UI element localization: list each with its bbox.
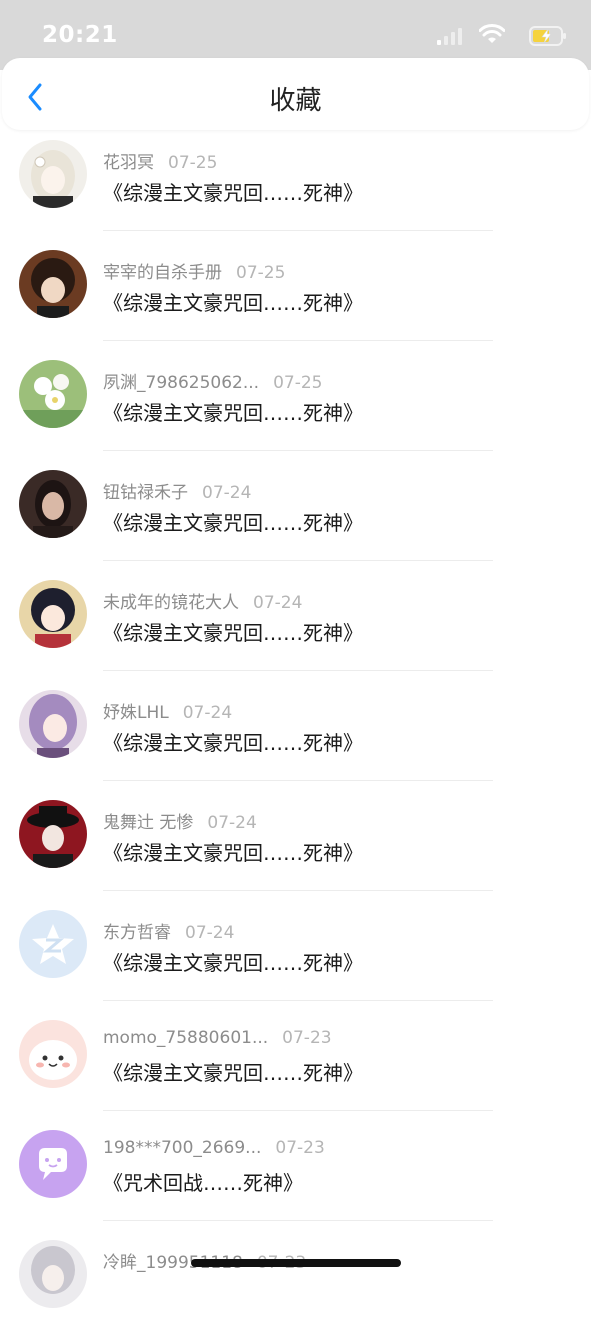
- book-title[interactable]: 《综漫主文豪咒回……死神》: [103, 507, 363, 536]
- date: 07-23: [275, 1138, 325, 1158]
- list-item[interactable]: 妤姝LHL 07-24 《综漫主文豪咒回……死神》: [0, 681, 591, 791]
- book-title[interactable]: 《综漫主文豪咒回……死神》: [103, 397, 363, 426]
- date: 07-24: [207, 813, 257, 833]
- item-meta: 夙渊_798625062... 07-25: [103, 368, 322, 393]
- list-item[interactable]: 未成年的镜花大人 07-24 《综漫主文豪咒回……死神》: [0, 571, 591, 681]
- divider: [103, 230, 493, 231]
- anime-hat-avatar: [19, 800, 87, 868]
- book-title[interactable]: 《综漫主文豪咒回……死神》: [103, 1057, 363, 1086]
- divider: [103, 1110, 493, 1111]
- user-avatar[interactable]: [19, 1020, 87, 1088]
- item-meta: 东方哲睿 07-24: [103, 918, 234, 943]
- date: 07-24: [253, 593, 303, 613]
- divider: [103, 1000, 493, 1001]
- list-item[interactable]: 花羽冥 07-25 《综漫主文豪咒回……死神》: [0, 131, 591, 241]
- username[interactable]: 未成年的镜花大人: [103, 593, 239, 613]
- user-avatar[interactable]: [19, 1240, 87, 1308]
- photo-person-avatar: [19, 470, 87, 538]
- anime-white-hair-avatar: [19, 140, 87, 208]
- signal-icon: [437, 28, 462, 45]
- status-icons: [417, 24, 567, 48]
- date: 07-25: [236, 263, 286, 283]
- user-avatar[interactable]: [19, 470, 87, 538]
- username[interactable]: 宰宰的自杀手册: [103, 263, 222, 283]
- item-meta: 钮钴禄禾子 07-24: [103, 478, 251, 503]
- date: 07-24: [202, 483, 252, 503]
- page-title: 收藏: [269, 86, 322, 116]
- date: 07-25: [168, 153, 218, 173]
- wifi-icon: [479, 24, 505, 43]
- anime-purple-hair-avatar: [19, 690, 87, 758]
- list-item[interactable]: 宰宰的自杀手册 07-25 《综漫主文豪咒回……死神》: [0, 241, 591, 351]
- anime-silver-hair-avatar: [19, 1240, 87, 1308]
- anime-dark-hair-avatar: [19, 250, 87, 318]
- username[interactable]: 妤姝LHL: [103, 703, 169, 723]
- date: 07-23: [282, 1028, 332, 1048]
- user-avatar[interactable]: [19, 910, 87, 978]
- username[interactable]: 198***700_2669...: [103, 1138, 261, 1158]
- divider: [103, 560, 493, 561]
- user-avatar[interactable]: [19, 140, 87, 208]
- navigation-bar: 收藏: [2, 58, 589, 130]
- list-item[interactable]: 夙渊_798625062... 07-25 《综漫主文豪咒回……死神》: [0, 351, 591, 461]
- list-item[interactable]: 冷眸_19995111807-23: [0, 1231, 591, 1341]
- username[interactable]: 夙渊_798625062...: [103, 373, 259, 393]
- list-item[interactable]: 鬼舞辻 无惨 07-24 《综漫主文豪咒回……死神》: [0, 791, 591, 901]
- book-title[interactable]: 《综漫主文豪咒回……死神》: [103, 947, 363, 976]
- book-title[interactable]: 《咒术回战……死神》: [103, 1167, 303, 1196]
- user-avatar[interactable]: [19, 690, 87, 758]
- item-meta: momo_75880601... 07-23: [103, 1028, 332, 1048]
- divider: [103, 780, 493, 781]
- item-meta: 宰宰的自杀手册 07-25: [103, 258, 285, 283]
- list-item[interactable]: 东方哲睿 07-24 《综漫主文豪咒回……死神》: [0, 901, 591, 1011]
- date: 07-24: [185, 923, 235, 943]
- battery-charging-icon: [529, 26, 566, 46]
- item-meta: 198***700_2669... 07-23: [103, 1138, 325, 1158]
- user-avatar[interactable]: [19, 580, 87, 648]
- item-meta: 花羽冥 07-25: [103, 148, 217, 173]
- user-avatar[interactable]: [19, 1130, 87, 1198]
- flower-avatar: [19, 360, 87, 428]
- status-time: 20:21: [42, 22, 118, 48]
- qzone-default-avatar: [19, 910, 87, 978]
- item-meta: 未成年的镜花大人 07-24: [103, 588, 302, 613]
- pink-blob-avatar: [19, 1020, 87, 1088]
- divider: [103, 450, 493, 451]
- username[interactable]: 鬼舞辻 无惨: [103, 813, 193, 833]
- username[interactable]: 花羽冥: [103, 153, 154, 173]
- list-item[interactable]: 198***700_2669... 07-23 《咒术回战……死神》: [0, 1121, 591, 1231]
- chat-bubble-avatar: [19, 1130, 87, 1198]
- anime-girl-avatar: [19, 580, 87, 648]
- divider: [103, 670, 493, 671]
- list-item[interactable]: 钮钴禄禾子 07-24 《综漫主文豪咒回……死神》: [0, 461, 591, 571]
- username[interactable]: 钮钴禄禾子: [103, 483, 188, 503]
- book-title[interactable]: 《综漫主文豪咒回……死神》: [103, 287, 363, 316]
- item-meta: 妤姝LHL 07-24: [103, 698, 232, 723]
- divider: [103, 1220, 493, 1221]
- book-title[interactable]: 《综漫主文豪咒回……死神》: [103, 617, 363, 646]
- user-avatar[interactable]: [19, 800, 87, 868]
- username[interactable]: 东方哲睿: [103, 923, 171, 943]
- book-title[interactable]: 《综漫主文豪咒回……死神》: [103, 837, 363, 866]
- user-avatar[interactable]: [19, 250, 87, 318]
- favorites-list: 花羽冥 07-25 《综漫主文豪咒回……死神》 宰宰的自杀手册 07-25 《综漫主…: [0, 131, 591, 1341]
- book-title[interactable]: 《综漫主文豪咒回……死神》: [103, 727, 363, 756]
- divider: [103, 890, 493, 891]
- list-item[interactable]: momo_75880601... 07-23 《综漫主文豪咒回……死神》: [0, 1011, 591, 1121]
- date: 07-25: [273, 373, 323, 393]
- home-indicator[interactable]: [191, 1259, 401, 1267]
- username[interactable]: momo_75880601...: [103, 1028, 268, 1048]
- book-title[interactable]: 《综漫主文豪咒回……死神》: [103, 177, 363, 206]
- user-avatar[interactable]: [19, 360, 87, 428]
- item-meta: 鬼舞辻 无惨 07-24: [103, 808, 257, 833]
- date: 07-24: [182, 703, 233, 723]
- divider: [103, 340, 493, 341]
